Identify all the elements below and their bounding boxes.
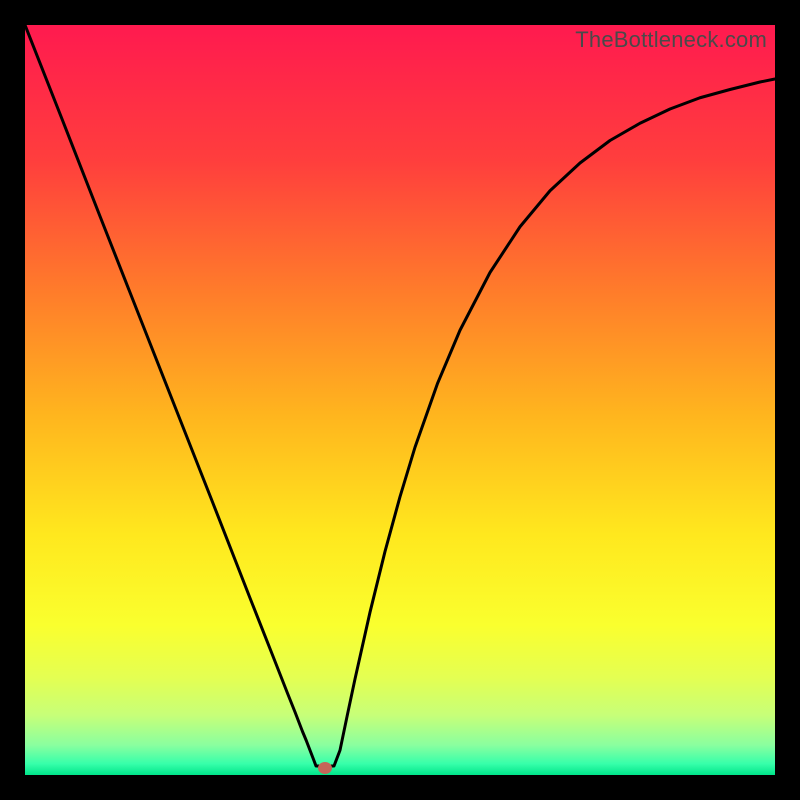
watermark-text: TheBottleneck.com bbox=[575, 27, 767, 53]
chart-frame: TheBottleneck.com bbox=[0, 0, 800, 800]
min-marker-dot bbox=[318, 762, 332, 774]
plot-area: TheBottleneck.com bbox=[25, 25, 775, 775]
bottleneck-curve bbox=[25, 25, 775, 775]
